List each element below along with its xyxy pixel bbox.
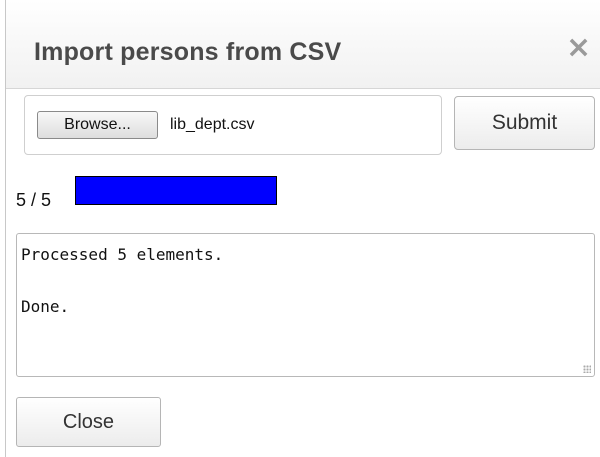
progress-count: 5 / 5 [16,190,52,210]
submit-button[interactable]: Submit [454,96,595,150]
import-log-textarea[interactable] [16,233,595,377]
progress-bar [75,176,277,205]
close-icon[interactable]: × [566,30,591,65]
dialog-title: Import persons from CSV [34,38,342,66]
import-dialog: Import persons from CSV × Browse... lib_… [5,0,600,457]
file-input-group: Browse... lib_dept.csv [24,95,442,155]
close-button[interactable]: Close [16,397,161,447]
progress-bar-fill [76,177,276,204]
dialog-titlebar: Import persons from CSV × [6,0,600,89]
selected-file-name: lib_dept.csv [170,116,255,133]
resize-grip-icon[interactable] [583,365,591,373]
browse-button[interactable]: Browse... [37,111,158,139]
